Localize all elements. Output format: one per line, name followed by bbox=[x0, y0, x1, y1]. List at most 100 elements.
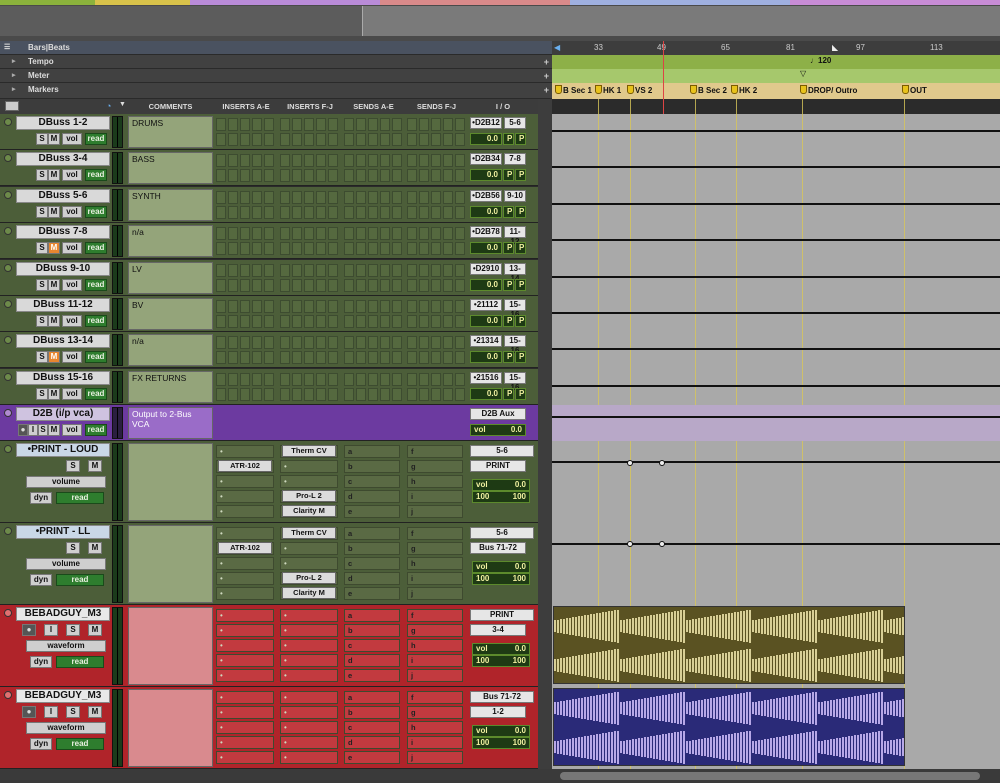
insert-slot[interactable] bbox=[368, 190, 378, 204]
insert-slot[interactable] bbox=[431, 336, 441, 350]
comment-field[interactable] bbox=[128, 443, 213, 521]
insert-slot[interactable]: • bbox=[216, 505, 274, 518]
send-slot[interactable]: e bbox=[344, 505, 400, 518]
insert-slot[interactable] bbox=[344, 169, 354, 183]
automation-read-button[interactable]: read bbox=[85, 205, 107, 218]
comment-field[interactable]: n/a bbox=[128, 225, 213, 258]
automation-read-button[interactable]: read bbox=[85, 169, 107, 182]
insert-slot[interactable] bbox=[216, 190, 226, 204]
insert-slot[interactable] bbox=[228, 190, 238, 204]
insert-slot[interactable] bbox=[344, 387, 354, 401]
volume-view-button[interactable]: vol bbox=[62, 387, 82, 400]
volume-view-button[interactable]: vol bbox=[62, 315, 82, 327]
insert-slot[interactable] bbox=[228, 205, 238, 219]
insert-slot[interactable]: • bbox=[216, 490, 274, 503]
output-selector[interactable]: •D2B12 bbox=[470, 117, 502, 129]
output-selector[interactable]: 5-6 bbox=[470, 527, 534, 539]
insert-slot[interactable] bbox=[252, 205, 262, 219]
insert-slot[interactable] bbox=[228, 118, 238, 131]
insert-slot[interactable] bbox=[240, 227, 250, 241]
track-name[interactable]: •PRINT - LOUD bbox=[16, 443, 110, 457]
comment-field[interactable]: BV bbox=[128, 298, 213, 330]
insert-slot[interactable] bbox=[304, 154, 314, 168]
send-slot[interactable]: f bbox=[407, 445, 463, 458]
insert-slot[interactable] bbox=[280, 315, 290, 328]
insert-slot[interactable] bbox=[280, 351, 290, 365]
send-slot[interactable]: f bbox=[407, 609, 463, 622]
insert-slot[interactable] bbox=[328, 351, 338, 365]
insert-slot[interactable] bbox=[304, 205, 314, 219]
send-slot[interactable]: b bbox=[344, 624, 400, 637]
insert-slot[interactable] bbox=[328, 205, 338, 219]
insert-slot[interactable] bbox=[380, 263, 390, 277]
insert-slot[interactable]: • bbox=[280, 706, 338, 719]
insert-slot[interactable] bbox=[240, 118, 250, 131]
mute-button[interactable]: M bbox=[48, 315, 60, 327]
insert-slot[interactable] bbox=[228, 169, 238, 183]
volume-view-button[interactable]: vol bbox=[62, 278, 82, 291]
insert-slot[interactable] bbox=[455, 205, 465, 219]
output-selector[interactable]: •21314 bbox=[470, 335, 502, 348]
insert-slot[interactable] bbox=[292, 351, 302, 365]
insert-slot[interactable] bbox=[316, 205, 326, 219]
insert-slot[interactable] bbox=[344, 227, 354, 241]
insert-slot[interactable]: • bbox=[216, 669, 274, 682]
track-power-icon[interactable] bbox=[4, 190, 12, 199]
insert-slot[interactable] bbox=[344, 154, 354, 168]
ruler-tempo[interactable]: ▸ Tempo + bbox=[0, 55, 552, 69]
send-slot[interactable]: i bbox=[407, 654, 463, 667]
insert-slot[interactable] bbox=[216, 118, 226, 131]
automation-read-button[interactable]: read bbox=[56, 656, 104, 668]
track-list-menu-icon[interactable] bbox=[5, 101, 19, 111]
insert-slot[interactable] bbox=[280, 169, 290, 183]
insert-slot[interactable] bbox=[407, 300, 417, 313]
insert-slot[interactable] bbox=[252, 190, 262, 204]
insert-slot[interactable] bbox=[304, 351, 314, 365]
bus-selector[interactable]: 15-16 bbox=[504, 335, 526, 355]
insert-slot[interactable] bbox=[368, 227, 378, 241]
bus-selector[interactable]: 3-4 bbox=[470, 624, 526, 636]
output-selector[interactable]: •21516 bbox=[470, 371, 502, 384]
automation-read-button[interactable]: read bbox=[85, 351, 107, 364]
insert-slot[interactable] bbox=[407, 190, 417, 204]
insert-slot[interactable] bbox=[264, 227, 274, 241]
insert-slot[interactable] bbox=[216, 133, 226, 146]
insert-slot[interactable] bbox=[431, 300, 441, 313]
output-selector[interactable]: •21112 bbox=[470, 299, 502, 311]
insert-slot[interactable]: • bbox=[216, 721, 274, 734]
insert-slot[interactable]: • bbox=[280, 475, 338, 488]
insert-slot[interactable] bbox=[368, 315, 378, 328]
insert-slot[interactable]: • bbox=[280, 609, 338, 622]
insert-slot[interactable] bbox=[419, 118, 429, 131]
insert-slot[interactable] bbox=[252, 387, 262, 401]
insert-slot[interactable] bbox=[328, 387, 338, 401]
automation-node[interactable] bbox=[627, 541, 633, 547]
volume-view-button[interactable]: vol bbox=[62, 133, 82, 145]
insert-slot[interactable] bbox=[292, 169, 302, 183]
insert-slot[interactable] bbox=[380, 336, 390, 350]
insert-slot[interactable] bbox=[316, 263, 326, 277]
output-selector[interactable]: 5-6 bbox=[470, 445, 534, 457]
track-power-icon[interactable] bbox=[4, 118, 12, 126]
insert-slot[interactable] bbox=[328, 118, 338, 131]
insert-slot[interactable] bbox=[292, 372, 302, 386]
insert-slot[interactable] bbox=[407, 169, 417, 183]
insert-slot[interactable] bbox=[392, 169, 402, 183]
send-slot[interactable]: a bbox=[344, 445, 400, 458]
insert-slot[interactable] bbox=[356, 351, 366, 365]
insert-slot[interactable] bbox=[344, 372, 354, 386]
ruler-markers[interactable]: ▸ Markers + bbox=[0, 83, 552, 99]
insert-slot[interactable] bbox=[407, 118, 417, 131]
solo-button[interactable]: S bbox=[36, 169, 48, 182]
insert-slot[interactable] bbox=[344, 133, 354, 146]
insert-slot[interactable] bbox=[380, 133, 390, 146]
insert-slot[interactable] bbox=[280, 133, 290, 146]
insert-slot[interactable] bbox=[280, 336, 290, 350]
insert-slot[interactable] bbox=[252, 169, 262, 183]
insert-slot[interactable] bbox=[419, 315, 429, 328]
insert-slot[interactable] bbox=[368, 387, 378, 401]
automation-node[interactable] bbox=[659, 460, 665, 466]
insert-slot[interactable]: • bbox=[216, 557, 274, 570]
insert-slot[interactable] bbox=[431, 242, 441, 256]
insert-slot[interactable]: • bbox=[280, 751, 338, 764]
